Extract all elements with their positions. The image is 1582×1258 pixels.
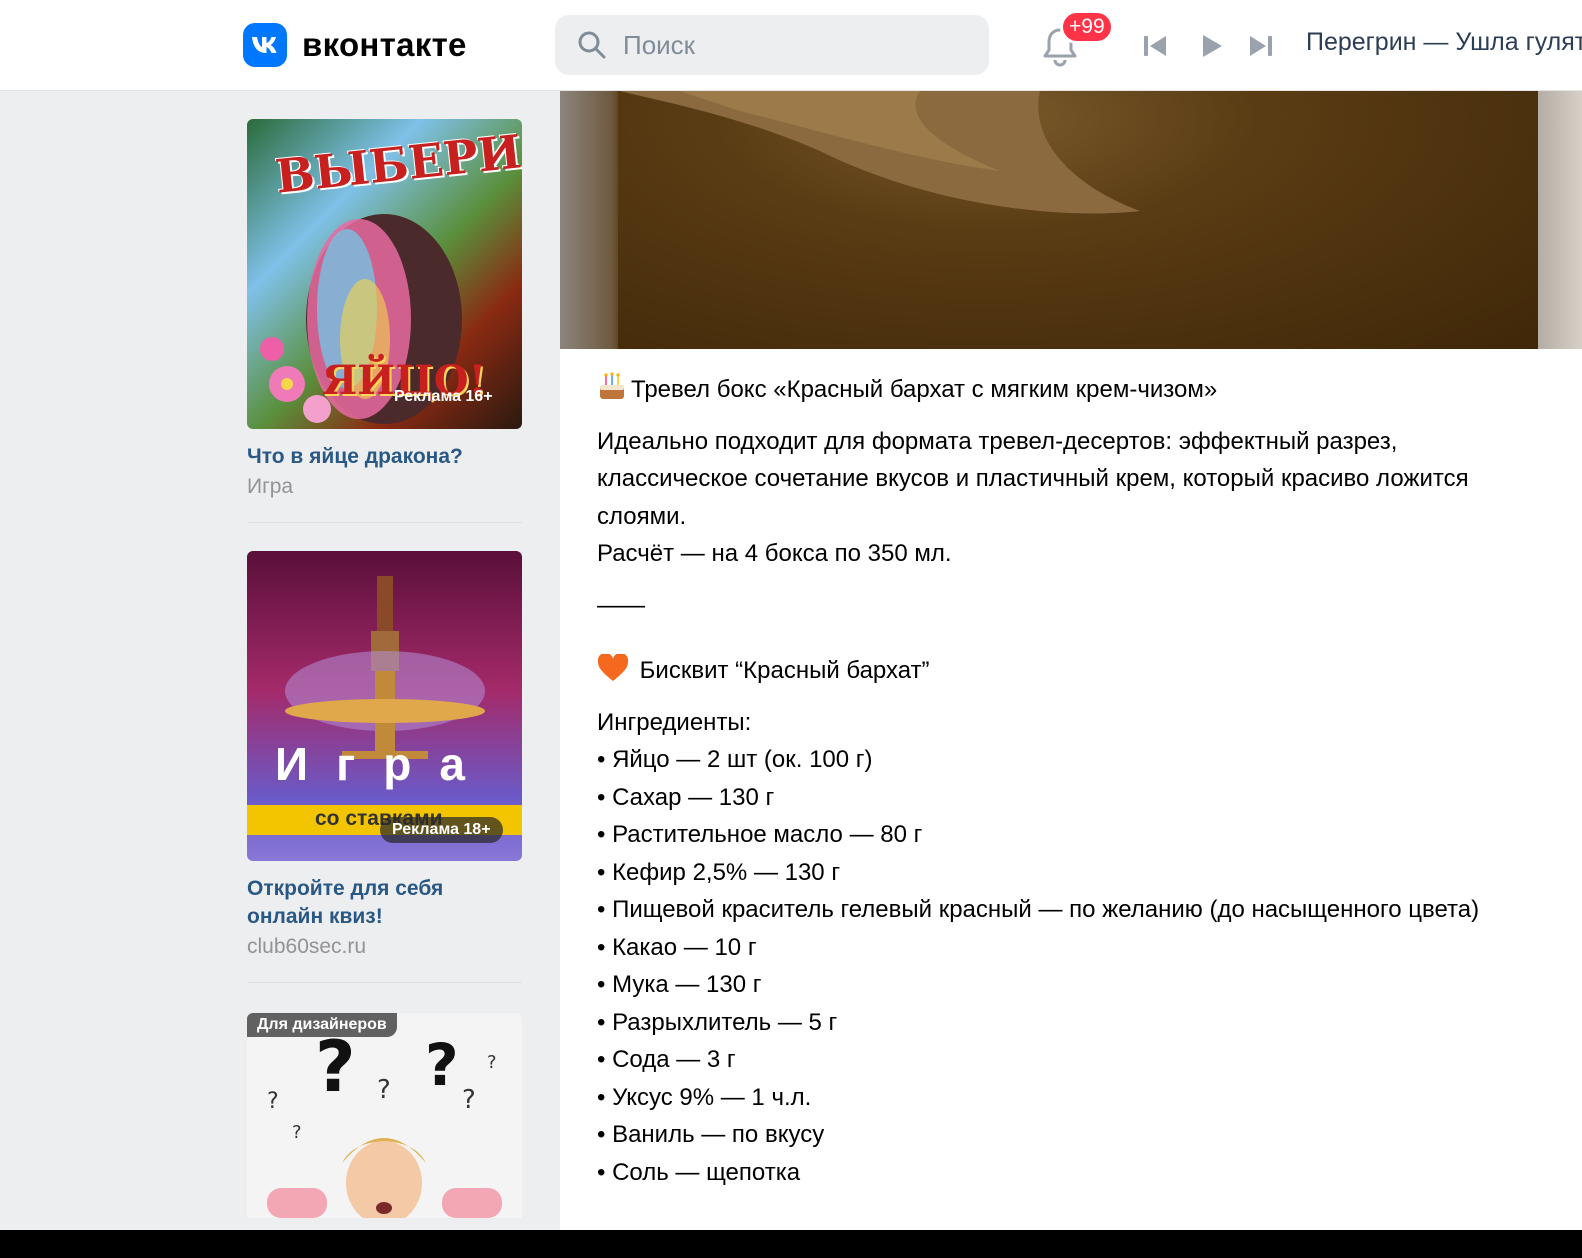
search-input[interactable] (621, 28, 965, 62)
screen-bottom-edge (0, 1230, 1582, 1258)
post-intro: Идеально подходит для формата тревел-дес… (597, 427, 1469, 530)
ingredient-item: • Сахар — 130 г (597, 783, 775, 811)
svg-text:?: ? (377, 1075, 391, 1105)
vk-logo-icon (243, 23, 287, 67)
ad-age-label: Реклама 16+ (394, 388, 493, 405)
post-text: Тревел бокс «Красный бархат с мягким кре… (597, 371, 1537, 1191)
ingredient-item: • Растительное масло — 80 г (597, 821, 923, 848)
ingredient-item: • Мука — 130 г (597, 971, 762, 998)
ad-subtitle: club60sec.ru (247, 935, 367, 958)
notifications-badge: +99 (1060, 10, 1114, 44)
ad-title[interactable]: Что в яйце дракона? (247, 443, 522, 471)
post-photo[interactable] (560, 91, 1582, 349)
next-track-icon[interactable] (1246, 31, 1276, 61)
ad-subtitle: Игра (247, 475, 294, 498)
logo-text: вконтакте (302, 26, 467, 63)
ingredient-item: • Какао — 10 г (597, 933, 757, 961)
ingredient-item: • Сода — 3 г (597, 1046, 736, 1073)
post-heading: Тревел бокс «Красный бархат с мягким кре… (597, 371, 1537, 409)
post-card: Тревел бокс «Красный бархат с мягким кре… (560, 91, 1582, 1230)
ingredients-title: Ингредиенты: (597, 708, 752, 736)
post-portion: Расчёт — на 4 бокса по 350 мл. (597, 540, 952, 567)
post-photo-cloth (620, 91, 1140, 214)
now-playing-track[interactable]: Перегрин — Ушла гулять (1306, 28, 1582, 57)
ad-image-headline: Игра (275, 738, 493, 790)
previous-track-icon[interactable] (1140, 31, 1170, 61)
vk-logo[interactable]: вконтакте (243, 23, 467, 67)
svg-text:?: ? (267, 1089, 279, 1114)
search-box[interactable] (555, 15, 989, 75)
ingredient-item: • Пищевой краситель гелевый красный — по… (597, 896, 1480, 923)
ad-age-label: Реклама 18+ (380, 817, 503, 843)
ad-title[interactable]: Откройте для себя онлайн квиз! (247, 875, 522, 931)
svg-text:?: ? (487, 1052, 497, 1073)
play-icon[interactable] (1196, 31, 1226, 61)
ad-card-quiz[interactable]: Игра со ставками Реклама 18+ Откройте дл… (247, 551, 522, 959)
svg-text:?: ? (292, 1122, 302, 1143)
ad-divider (247, 982, 522, 983)
ad-divider (247, 522, 522, 523)
post-section-title-text: Бисквит “Красный бархат” (639, 657, 930, 684)
ad-image-quiz[interactable]: Игра со ставками Реклама 18+ (247, 551, 522, 861)
ingredient-item: • Ваниль — по вкусу (597, 1121, 825, 1148)
ad-image-dragon-egg[interactable]: ВЫБЕРИ ЯЙЦО! Реклама 16+ (247, 119, 522, 429)
search-icon (578, 31, 606, 59)
top-header: вконтакте +99 Перегрин — Ушла гулять (0, 0, 1582, 91)
post-separator: —— (597, 591, 645, 619)
ingredient-item: • Разрыхлитель — 5 г (597, 1008, 838, 1036)
ad-card-designers[interactable]: Для дизайнеров ? ? ? ? ? ? ? (247, 1013, 522, 1218)
ingredient-item: • Соль — щепотка (597, 1158, 801, 1186)
svg-text:?: ? (462, 1085, 476, 1115)
svg-text:?: ? (425, 1031, 459, 1099)
ingredient-item: • Кефир 2,5% — 130 г (597, 858, 841, 886)
ad-card-dragon-egg[interactable]: ВЫБЕРИ ЯЙЦО! Реклама 16+ Что в яйце драк… (247, 119, 522, 499)
ingredient-item: • Яйцо — 2 шт (ок. 100 г) (597, 746, 873, 773)
ad-image-designers[interactable]: Для дизайнеров ? ? ? ? ? ? ? (247, 1013, 522, 1218)
post-photo-edge (1538, 91, 1582, 349)
svg-text:?: ? (315, 1026, 356, 1108)
cake-icon (600, 372, 624, 399)
post-heading-text: Тревел бокс «Красный бархат с мягким кре… (631, 376, 1218, 403)
ingredient-item: • Уксус 9% — 1 ч.л. (597, 1083, 812, 1111)
orange-heart-icon (597, 654, 629, 681)
post-section-title: Бисквит “Красный бархат” (597, 652, 1537, 690)
